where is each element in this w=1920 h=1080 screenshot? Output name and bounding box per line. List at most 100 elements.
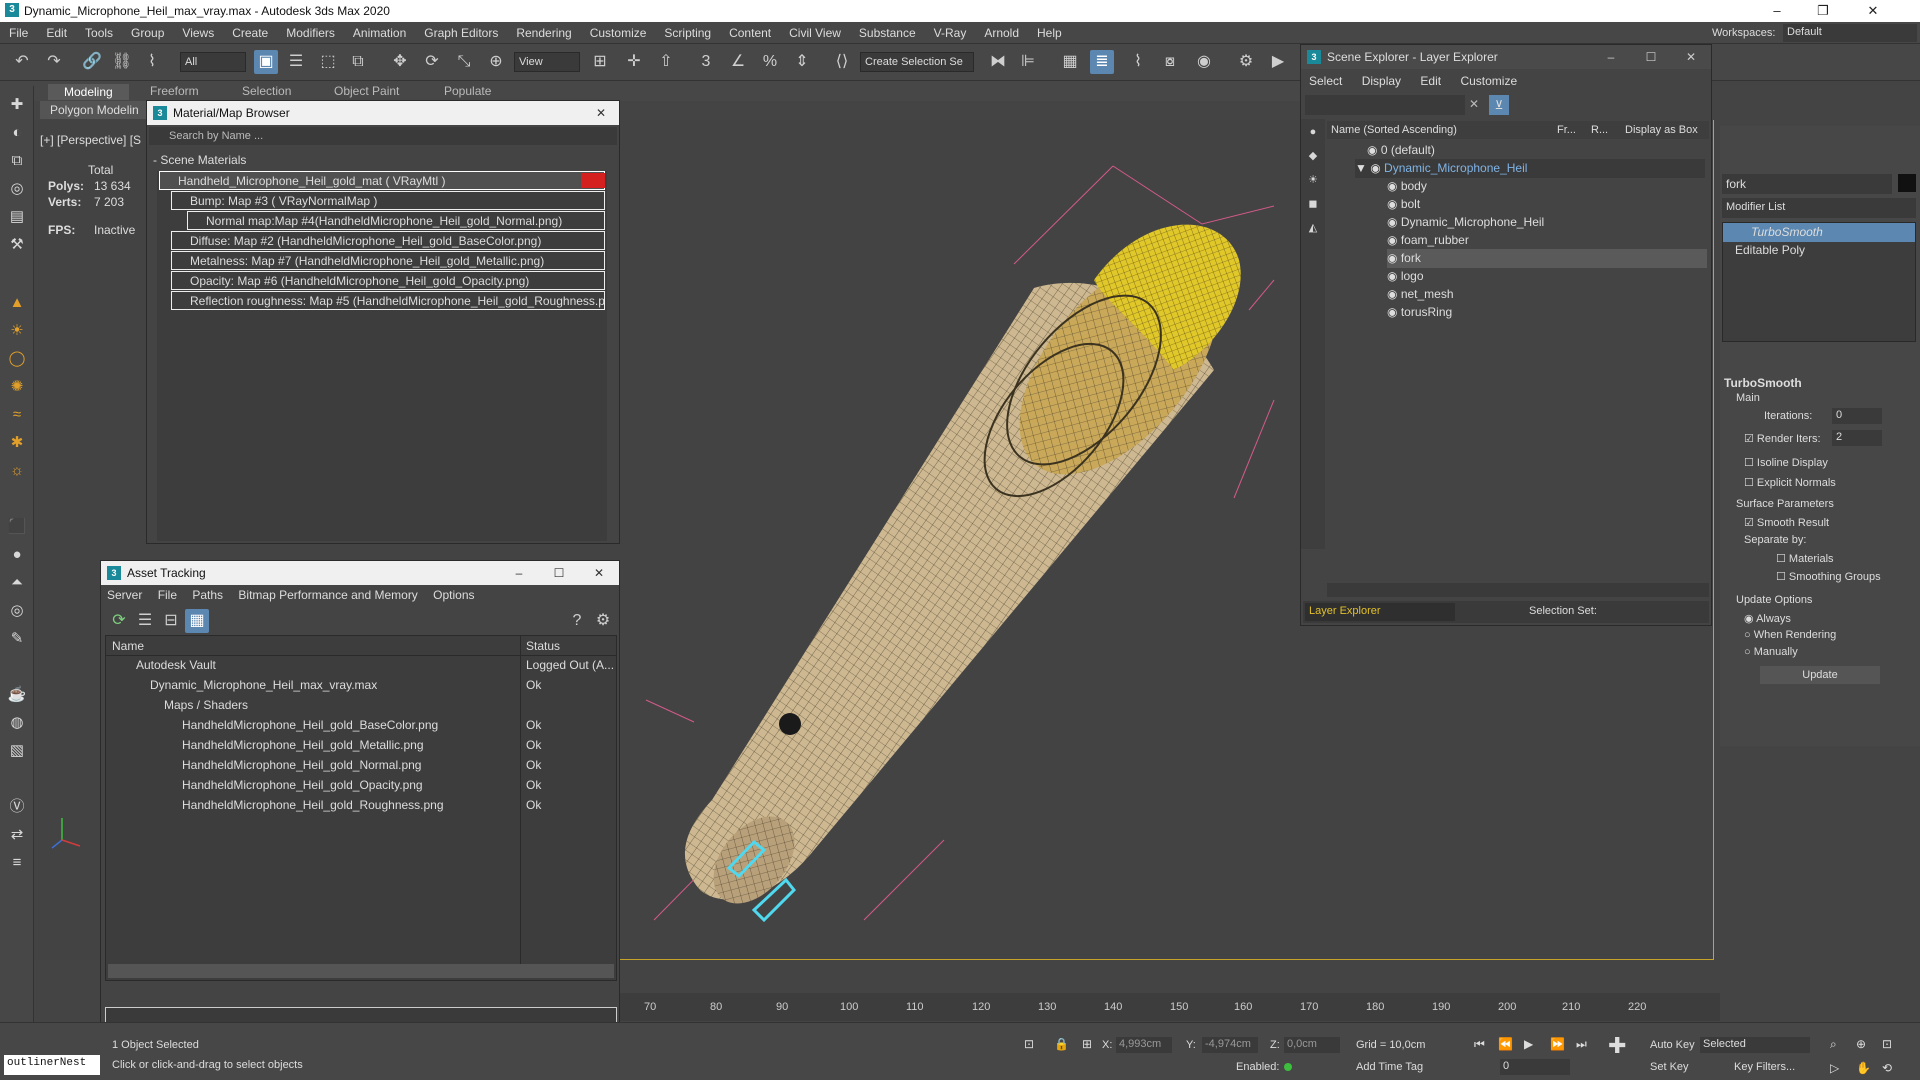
hierarchy-icon[interactable]: ⧉	[6, 150, 28, 172]
clear-search-icon[interactable]: ✕	[1469, 97, 1479, 111]
layer-row[interactable]: ◉ 0 (default)	[1367, 141, 1707, 160]
material-editor-icon[interactable]: ◉	[1192, 50, 1216, 74]
shape-icon[interactable]: ▲	[6, 292, 28, 314]
systems-icon[interactable]: ✱	[6, 432, 28, 454]
current-frame-field[interactable]: 0	[1500, 1059, 1570, 1075]
menu-edit[interactable]: Edit	[37, 22, 76, 44]
set-key-big-icon[interactable]: ✚	[1608, 1033, 1626, 1059]
lock-selection-icon[interactable]: 🔒	[1054, 1037, 1069, 1051]
menu-rendering[interactable]: Rendering	[507, 22, 580, 44]
unlink-icon[interactable]: ⛓	[110, 50, 134, 74]
layer-row[interactable]: ▼ ◉ Dynamic_Microphone_Heil	[1355, 159, 1705, 178]
object-row[interactable]: ◉ logo	[1387, 267, 1707, 286]
explicit-normals-checkbox[interactable]: ☐ Explicit Normals	[1744, 476, 1836, 489]
asset-col-name[interactable]: Name	[112, 639, 144, 653]
motion-icon[interactable]: ◎	[6, 178, 28, 200]
play-icon[interactable]: ▶	[1524, 1037, 1533, 1051]
vault-settings-icon[interactable]: ⚙	[591, 609, 615, 633]
material-item[interactable]: Diffuse: Map #2 (HandheldMicrophone_Heil…	[171, 231, 605, 250]
layers-icon[interactable]: ≡	[6, 852, 28, 874]
set-key-button[interactable]: Set Key	[1650, 1061, 1689, 1073]
minimize-icon[interactable]: –	[505, 561, 533, 585]
scene-materials-header[interactable]: - Scene Materials	[153, 151, 246, 170]
close-button[interactable]: ✕	[1850, 0, 1896, 22]
snaps-toggle-icon[interactable]: 3	[694, 50, 718, 74]
object-row[interactable]: ◉ net_mesh	[1387, 285, 1707, 304]
menu-group[interactable]: Group	[122, 22, 173, 44]
menu-modifiers[interactable]: Modifiers	[277, 22, 344, 44]
list-view-icon[interactable]: ☰	[133, 609, 157, 633]
material-ball-icon[interactable]: ◍	[6, 712, 28, 734]
material-item[interactable]: Reflection roughness: Map #5 (HandheldMi…	[171, 291, 605, 310]
menu-animation[interactable]: Animation	[344, 22, 415, 44]
redo-icon[interactable]: ↷	[42, 50, 66, 74]
eye-icon[interactable]: ◉	[1387, 305, 1401, 319]
eye-icon[interactable]: ◉	[1387, 197, 1401, 211]
close-icon[interactable]: ✕	[585, 561, 613, 585]
ribbon-tab-selection[interactable]: Selection	[242, 84, 291, 98]
camera-icon[interactable]: ◯	[6, 348, 28, 370]
menu-customize[interactable]: Customize	[581, 22, 656, 44]
table-view-icon[interactable]: ▦	[185, 609, 209, 633]
refresh-icon[interactable]: ⟳	[107, 609, 131, 633]
object-row-selected[interactable]: ◉ fork	[1387, 249, 1707, 268]
pivot-center-icon[interactable]: ⊞	[588, 50, 612, 74]
scale-icon[interactable]: ⤡	[452, 50, 476, 74]
object-name-input[interactable]: fork	[1722, 174, 1892, 194]
object-row[interactable]: ◉ bolt	[1387, 195, 1707, 214]
menu-arnold[interactable]: Arnold	[975, 22, 1028, 44]
y-coordinate-field[interactable]: -4,974cm	[1202, 1037, 1258, 1053]
minimize-icon[interactable]: –	[1597, 45, 1625, 69]
eye-icon[interactable]: ◉	[1370, 161, 1384, 175]
eye-icon[interactable]: ◉	[1387, 215, 1401, 229]
when-rendering-radio[interactable]: ○ When Rendering	[1744, 629, 1836, 641]
mirror-icon[interactable]: ⧓	[986, 50, 1010, 74]
table-row[interactable]: Maps / Shaders	[164, 696, 516, 715]
rotate-icon[interactable]: ⟳	[420, 50, 444, 74]
se-menu-customize[interactable]: Customize	[1452, 74, 1525, 88]
smoothing-groups-checkbox[interactable]: ☐ Smoothing Groups	[1776, 570, 1881, 583]
se-horizontal-scrollbar[interactable]	[1327, 583, 1709, 597]
object-color-swatch[interactable]	[1898, 174, 1916, 192]
undo-icon[interactable]: ↶	[10, 50, 34, 74]
sun-icon[interactable]: ☼	[6, 460, 28, 482]
isolate-selection-icon[interactable]: ⊡	[1024, 1037, 1034, 1051]
display-icon[interactable]: ▤	[6, 206, 28, 228]
table-row[interactable]: HandheldMicrophone_Heil_gold_Opacity.png	[182, 776, 516, 795]
field-of-view-icon[interactable]: ▷	[1830, 1061, 1839, 1075]
layer-explorer-dropdown[interactable]: Layer Explorer	[1305, 603, 1455, 621]
table-row[interactable]: HandheldMicrophone_Heil_gold_Metallic.pn…	[182, 736, 516, 755]
toggle-layer-explorer-icon[interactable]: ≣	[1090, 50, 1114, 74]
viewport-label[interactable]: [+] [Perspective] [S	[40, 133, 141, 147]
ribbon-tab-modeling[interactable]: Modeling	[48, 84, 129, 100]
helpers-icon[interactable]: ✺	[6, 376, 28, 398]
rectangular-selection-icon[interactable]: ⬚	[316, 50, 340, 74]
turbosmooth-rollout-title[interactable]: TurboSmooth	[1724, 376, 1914, 390]
key-filters-button[interactable]: Key Filters...	[1734, 1061, 1795, 1073]
modify-icon[interactable]: ◐	[6, 122, 28, 144]
menu-scripting[interactable]: Scripting	[655, 22, 720, 44]
asset-menu-server[interactable]: Server	[101, 588, 148, 602]
display-shapes-icon[interactable]: ◆	[1302, 145, 1324, 167]
box-icon[interactable]: ⬛	[6, 516, 28, 538]
reference-coordinate-dropdown[interactable]: View	[514, 52, 580, 72]
modifier-turbosmooth[interactable]: TurboSmooth	[1723, 223, 1915, 242]
menu-graph-editors[interactable]: Graph Editors	[415, 22, 507, 44]
display-lights-icon[interactable]: ☀	[1302, 169, 1324, 191]
spinner-snap-icon[interactable]: ⇕	[790, 50, 814, 74]
asset-col-status[interactable]: Status	[526, 639, 560, 653]
minimize-button[interactable]: –	[1754, 0, 1800, 22]
zoom-all-icon[interactable]: ⊕	[1856, 1037, 1866, 1051]
menu-help[interactable]: Help	[1028, 22, 1071, 44]
isoline-checkbox[interactable]: ☐ Isoline Display	[1744, 456, 1828, 469]
modifier-list-dropdown[interactable]: Modifier List	[1722, 198, 1916, 218]
render-icon[interactable]: ▶	[1266, 50, 1290, 74]
menu-file[interactable]: File	[0, 22, 37, 44]
material-item[interactable]: Normal map:Map #4(HandheldMicrophone_Hei…	[187, 211, 605, 230]
select-object-icon[interactable]: ▣	[254, 50, 278, 74]
prev-frame-icon[interactable]: ⏪	[1498, 1037, 1513, 1051]
eye-icon[interactable]: ◉	[1387, 233, 1401, 247]
iterations-spinner[interactable]: 0	[1832, 408, 1882, 424]
manually-radio[interactable]: ○ Manually	[1744, 646, 1798, 658]
filter-icon[interactable]: ⊻	[1489, 95, 1509, 115]
